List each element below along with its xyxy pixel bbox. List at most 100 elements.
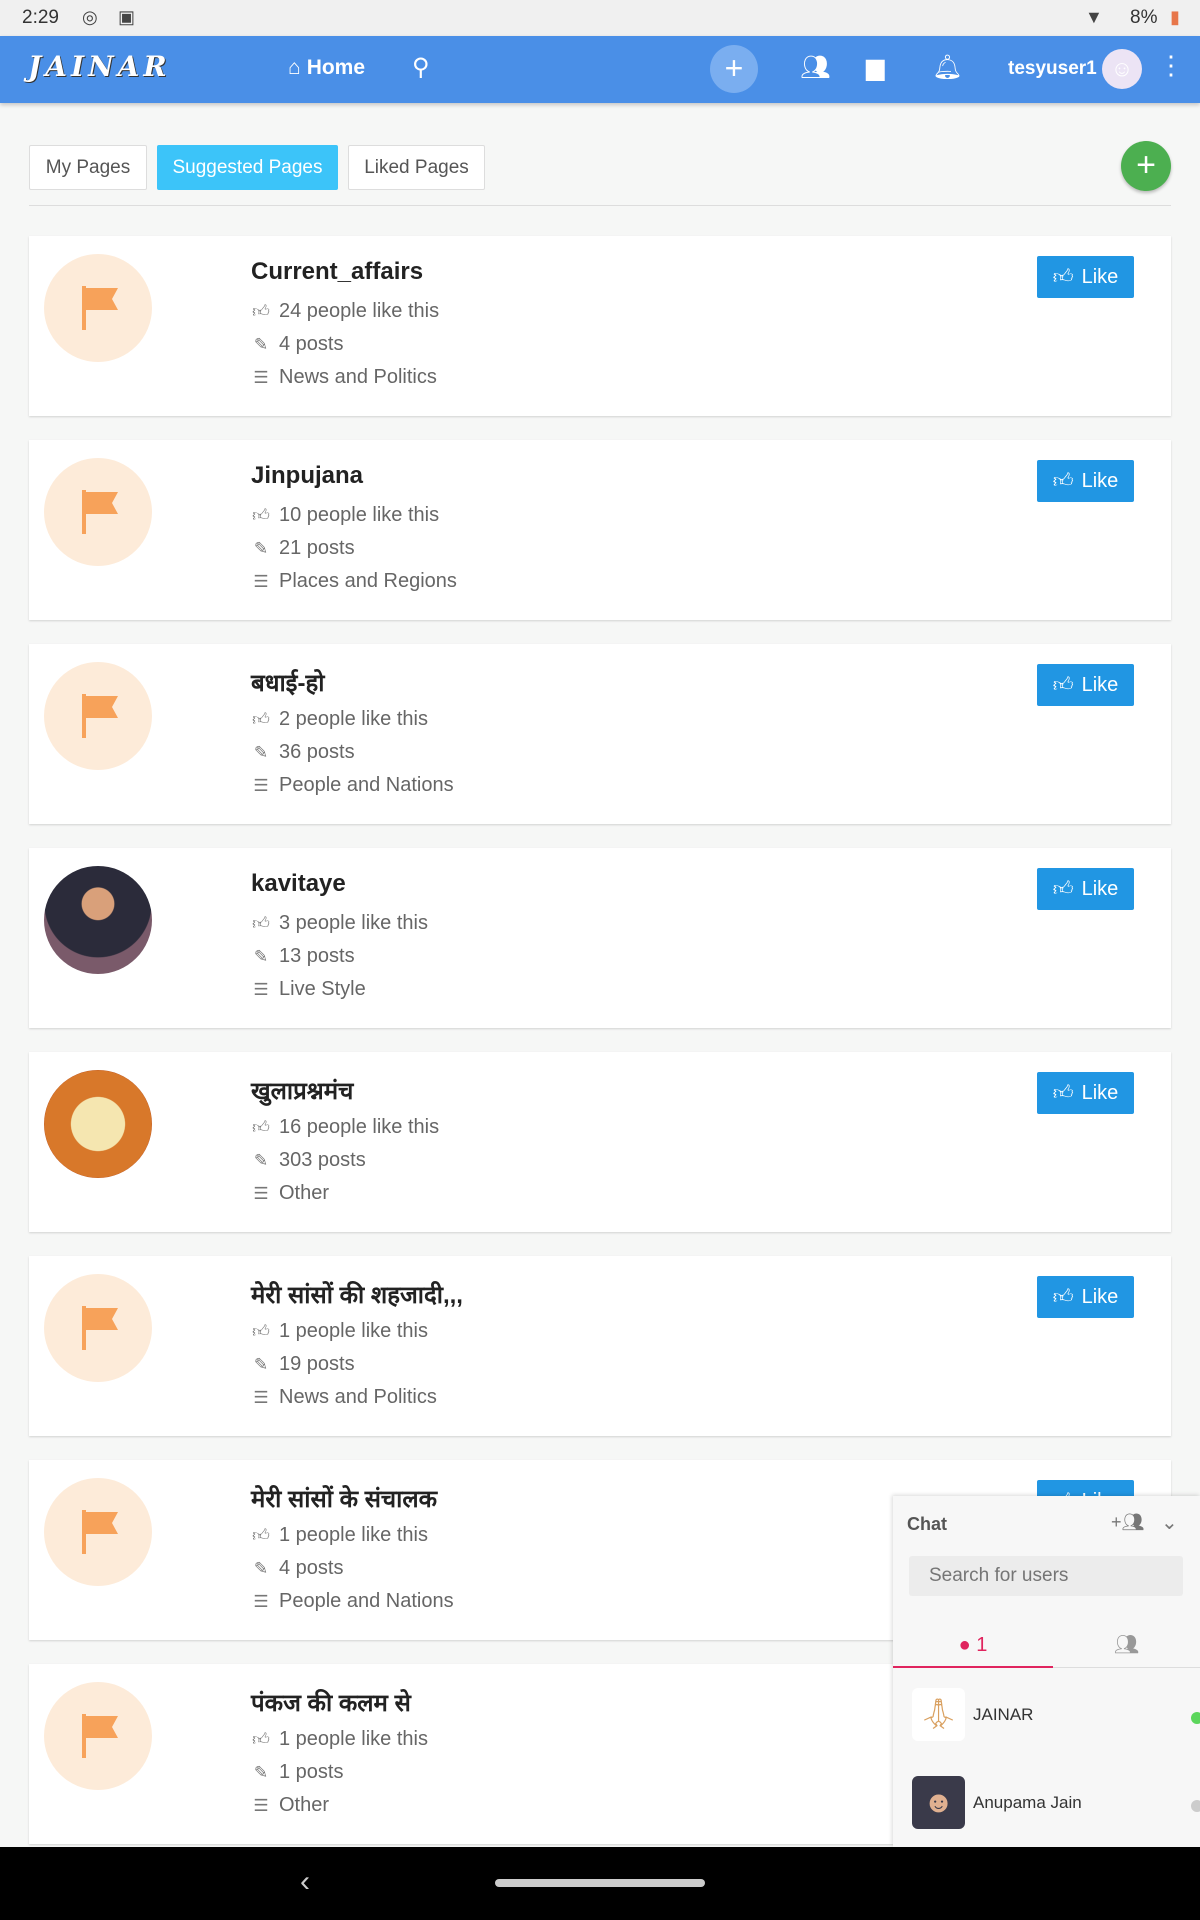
battery-icon: ▮: [1170, 7, 1180, 27]
page-category: ☰ People and Nations: [251, 774, 453, 797]
home-label: Home: [306, 56, 366, 79]
online-count: 1: [976, 1634, 988, 1656]
thumbs-up-icon: 👍︎: [252, 1730, 270, 1749]
divider: [29, 205, 1171, 206]
page-name[interactable]: kavitaye: [251, 870, 346, 898]
list-icon: ☰: [253, 979, 269, 999]
list-icon: ☰: [253, 1183, 269, 1203]
page-avatar[interactable]: [44, 1682, 152, 1790]
user-avatar: 🙏︎: [912, 1688, 965, 1741]
top-nav: JAINAR ⌂ Home ⚲ + 👥︎ ▆ 🔔︎ tesyuser1 ☺ ⋮: [0, 36, 1200, 103]
page-avatar[interactable]: [44, 866, 152, 974]
page-card: Jinpujana 👍︎ 10 people like this ✎ 21 post…: [29, 440, 1171, 620]
friends-icon[interactable]: 👥︎: [800, 53, 830, 82]
feather-icon: ✎: [253, 1558, 269, 1578]
page-avatar[interactable]: [44, 254, 152, 362]
chat-user[interactable]: ☻ Anupama Jain: [912, 1776, 1082, 1829]
avatar[interactable]: ☺: [1102, 49, 1142, 89]
page-name[interactable]: पंकज की कलम से: [251, 1686, 411, 1719]
page-name[interactable]: खुलाप्रश्नमंच: [251, 1074, 353, 1107]
thumbs-up-icon: 👍︎: [252, 506, 270, 525]
posts-text: 36 posts: [279, 741, 355, 763]
tab-groups[interactable]: 👥︎: [1053, 1622, 1200, 1668]
page-likes: 👍︎ 3 people like this: [251, 912, 428, 935]
page-posts: ✎ 1 posts: [251, 1761, 344, 1784]
posts-text: 13 posts: [279, 945, 355, 967]
thumbs-up-icon: 👍︎: [1052, 266, 1074, 288]
tab-liked-pages[interactable]: Liked Pages: [348, 145, 485, 190]
page-likes: 👍︎ 1 people like this: [251, 1320, 428, 1343]
like-button[interactable]: 👍︎ Like: [1037, 460, 1134, 502]
page-category: ☰ News and Politics: [251, 366, 437, 389]
category-text: News and Politics: [279, 366, 437, 388]
list-icon: ☰: [253, 1795, 269, 1815]
page-category: ☰ News and Politics: [251, 1386, 436, 1409]
logo[interactable]: JAINAR: [28, 50, 171, 83]
tab-suggested-pages[interactable]: Suggested Pages: [157, 145, 338, 190]
status-time: 2:29: [22, 7, 59, 28]
tab-online-users[interactable]: ● 1: [893, 1622, 1053, 1668]
more-menu-icon[interactable]: ⋮: [1158, 50, 1184, 81]
add-page-button[interactable]: +: [1121, 141, 1171, 191]
online-status: [1191, 1712, 1200, 1724]
thumbs-up-icon: 👍︎: [1052, 1082, 1074, 1104]
feather-icon: ✎: [253, 946, 269, 966]
page-card: बधाई-हो 👍︎ 2 people like this ✎ 36 posts ☰…: [29, 644, 1171, 824]
like-button[interactable]: 👍︎ Like: [1037, 664, 1134, 706]
page-card: मेरी सांसों की शहजादी,,, 👍︎ 1 people like…: [29, 1256, 1171, 1436]
feather-icon: ✎: [253, 334, 269, 354]
feather-icon: ✎: [253, 1354, 269, 1374]
username[interactable]: tesyuser1: [1008, 58, 1097, 80]
likes-text: 1 people like this: [279, 1524, 428, 1546]
user-icon: ●: [958, 1634, 971, 1656]
thumbs-up-icon: 👍︎: [252, 914, 270, 933]
page-name[interactable]: Current_affairs: [251, 258, 423, 286]
user-avatar: ☻: [912, 1776, 965, 1829]
category-text: Places and Regions: [279, 570, 457, 592]
page-avatar[interactable]: [44, 458, 152, 566]
thumbs-up-icon: 👍︎: [1052, 1286, 1074, 1308]
chevron-down-icon[interactable]: ⌄: [1161, 1510, 1178, 1535]
page-avatar[interactable]: [44, 1478, 152, 1586]
page-category: ☰ Places and Regions: [251, 570, 457, 593]
page-name[interactable]: मेरी सांसों के संचालक: [251, 1482, 437, 1515]
page-name[interactable]: Jinpujana: [251, 462, 363, 490]
messages-icon[interactable]: ▆: [866, 53, 884, 82]
list-icon: ☰: [253, 775, 269, 795]
category-text: Other: [279, 1182, 330, 1204]
page-posts: ✎ 21 posts: [251, 537, 355, 560]
add-group-icon[interactable]: +👥︎: [1111, 1512, 1144, 1533]
page-name[interactable]: बधाई-हो: [251, 666, 324, 699]
list-icon: ☰: [253, 1591, 269, 1611]
tab-my-pages[interactable]: My Pages: [29, 145, 147, 190]
back-icon[interactable]: ‹: [300, 1865, 310, 1899]
offline-status: [1191, 1800, 1200, 1812]
create-button[interactable]: +: [710, 45, 758, 93]
page-avatar[interactable]: [44, 662, 152, 770]
likes-text: 16 people like this: [279, 1116, 440, 1138]
page-avatar[interactable]: [44, 1070, 152, 1178]
posts-text: 19 posts: [279, 1353, 355, 1375]
home-link[interactable]: ⌂ Home: [288, 56, 365, 80]
like-button[interactable]: 👍︎ Like: [1037, 1072, 1134, 1114]
list-icon: ☰: [253, 571, 269, 591]
like-label: Like: [1081, 1081, 1119, 1104]
like-button[interactable]: 👍︎ Like: [1037, 868, 1134, 910]
like-label: Like: [1081, 877, 1119, 900]
android-nav-bar: ‹: [0, 1847, 1200, 1920]
search-icon[interactable]: ⚲: [412, 53, 430, 82]
page-category: ☰ People and Nations: [251, 1590, 453, 1613]
notifications-icon[interactable]: 🔔︎: [932, 53, 962, 82]
page-posts: ✎ 4 posts: [251, 1557, 344, 1580]
home-gesture-bar[interactable]: [495, 1879, 705, 1887]
page-name[interactable]: मेरी सांसों की शहजादी,,,: [251, 1278, 463, 1311]
list-icon: ☰: [253, 367, 269, 387]
chat-search-input[interactable]: [909, 1556, 1183, 1596]
page-category: ☰ Other: [251, 1182, 329, 1205]
chat-user[interactable]: 🙏︎ JAINAR: [912, 1688, 1033, 1741]
like-button[interactable]: 👍︎ Like: [1037, 1276, 1134, 1318]
like-button[interactable]: 👍︎ Like: [1037, 256, 1134, 298]
category-text: Other: [279, 1794, 330, 1816]
page-avatar[interactable]: [44, 1274, 152, 1382]
chat-title: Chat: [907, 1514, 947, 1534]
